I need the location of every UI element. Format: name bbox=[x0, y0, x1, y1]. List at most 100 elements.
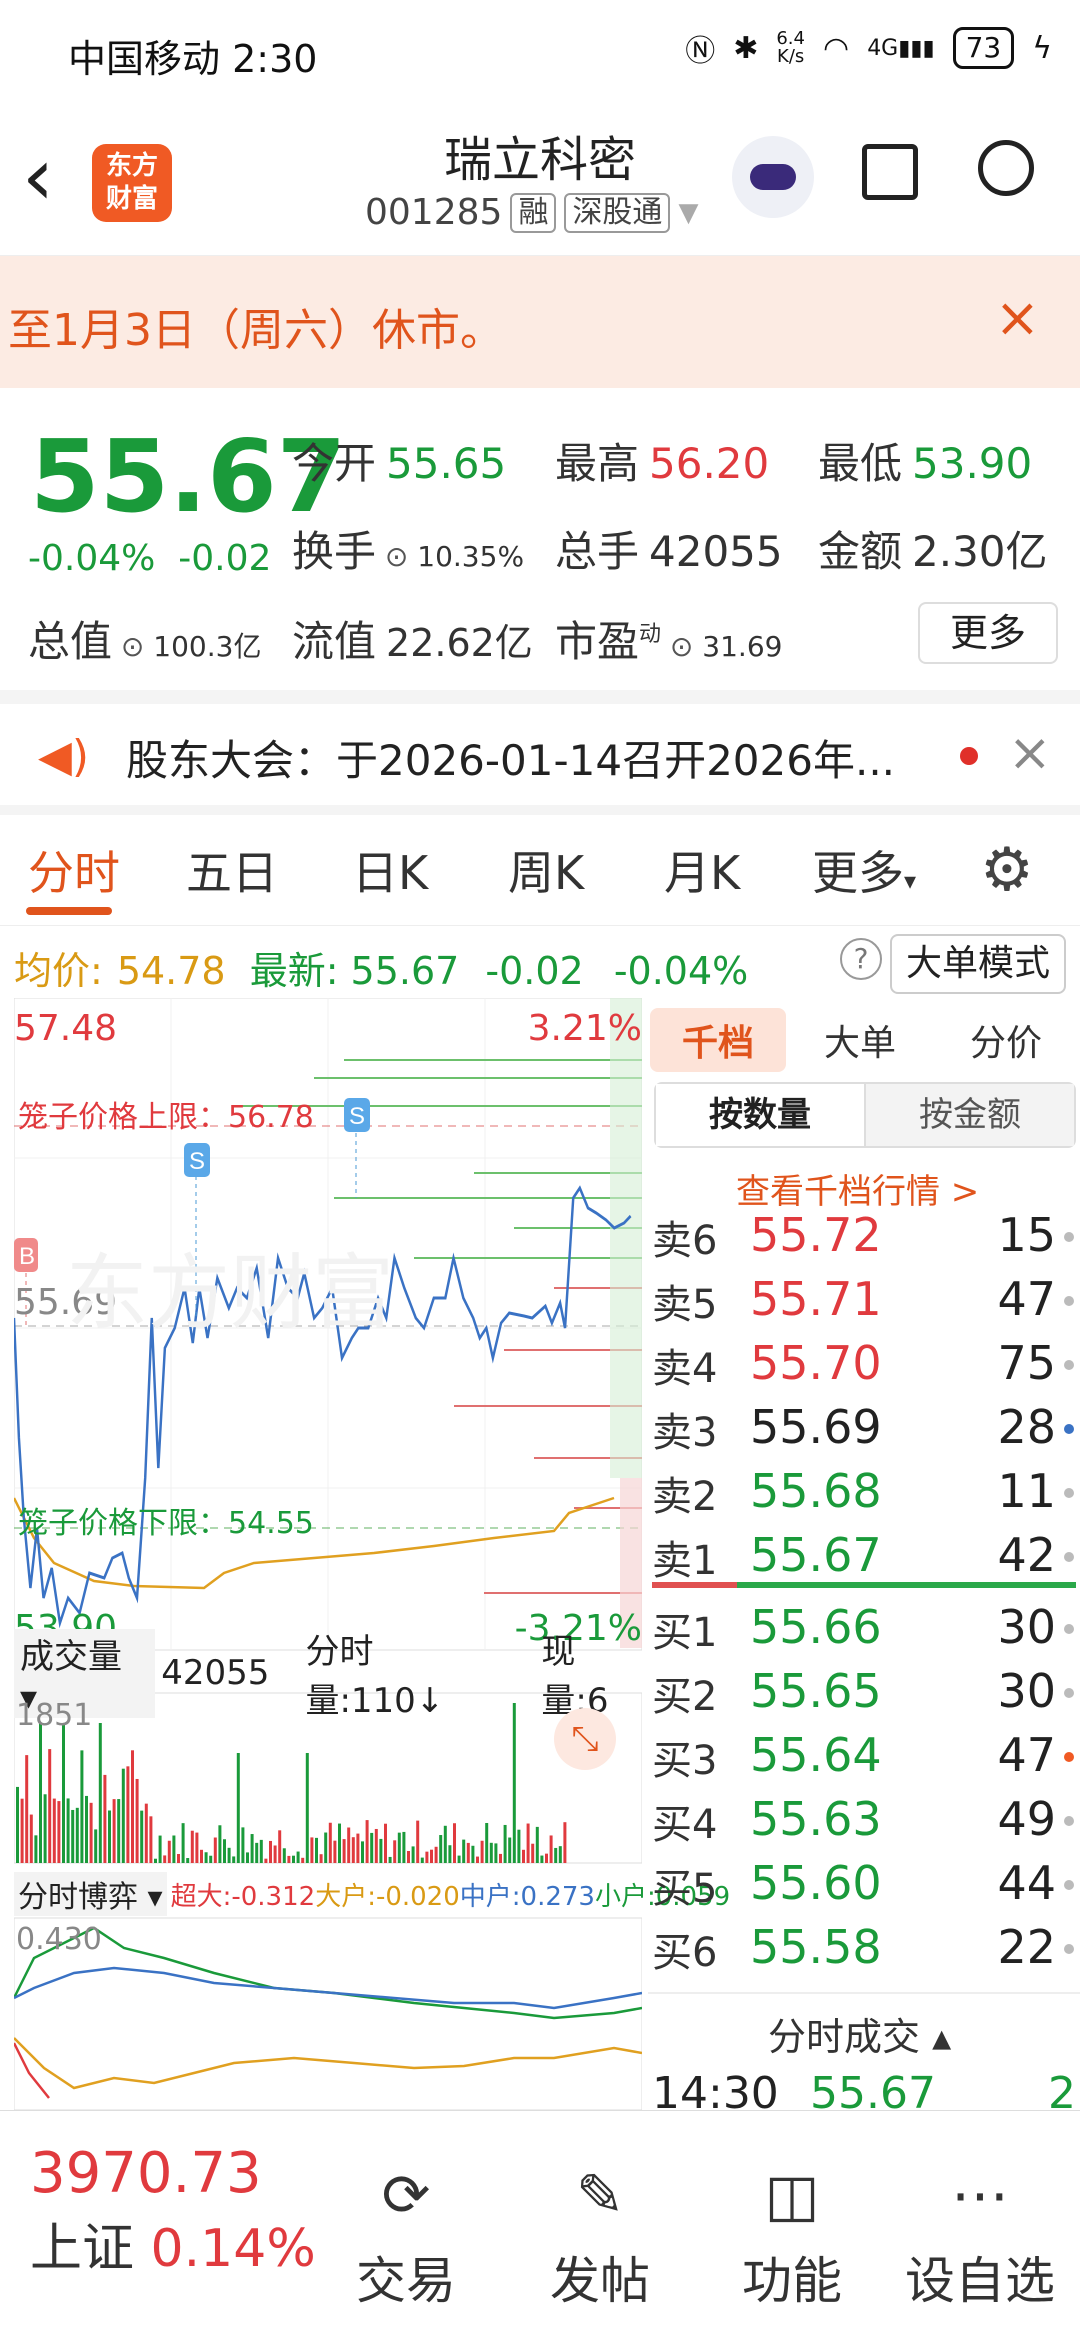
sell-marker[interactable]: S bbox=[344, 1098, 370, 1198]
volume-bar bbox=[508, 1837, 512, 1863]
volume-bar bbox=[94, 1829, 98, 1863]
volume-bar bbox=[545, 1853, 548, 1863]
game-pane-frame bbox=[14, 1917, 642, 2110]
quote-panel: 55.67 -0.04% -0.02 今开 55.65 最高 56.20 最低 53.… bbox=[0, 390, 1080, 690]
volume-bar bbox=[131, 1750, 134, 1863]
volume-bar bbox=[384, 1823, 387, 1863]
trades-header[interactable]: 分时成交 ▴ bbox=[768, 2006, 951, 2061]
volume-bar bbox=[273, 1845, 277, 1863]
volume-bar bbox=[365, 1820, 369, 1863]
tab-monthly-k[interactable]: 月K bbox=[664, 837, 740, 903]
tab-daily-k[interactable]: 日K bbox=[352, 837, 428, 903]
add-watchlist-button[interactable]: ⋯ 设自选 bbox=[900, 2161, 1060, 2313]
robot-assistant-icon[interactable] bbox=[732, 136, 814, 218]
ask-volume: 75 bbox=[997, 1336, 1056, 1390]
tab-full-depth[interactable]: 千档 bbox=[650, 1008, 787, 1072]
volume-bar bbox=[255, 1842, 259, 1863]
game-selector[interactable]: 分时博弈 ▾ bbox=[14, 1872, 167, 1916]
volume-bar bbox=[361, 1841, 364, 1863]
bid-row[interactable]: 买1 55.66 30 bbox=[648, 1600, 1080, 1662]
stock-code-row[interactable]: 001285 融 深股通 ▼ bbox=[365, 192, 698, 233]
volume-bar bbox=[402, 1831, 406, 1863]
ask-price: 55.72 bbox=[750, 1208, 882, 1262]
volume-bar bbox=[177, 1853, 180, 1863]
bid-row[interactable]: 买6 55.58 22 bbox=[648, 1920, 1080, 1982]
ask-row[interactable]: 卖3 55.69 28 bbox=[648, 1400, 1080, 1462]
status-icons: Ⓝ ✱ 6.4 K/s ◠ 4G▮▮▮ 73 ϟ bbox=[685, 26, 1052, 70]
volume-bar bbox=[540, 1855, 544, 1863]
bid-row[interactable]: 买4 55.63 49 bbox=[648, 1792, 1080, 1854]
tab-more[interactable]: 更多▾ bbox=[812, 837, 916, 903]
info-icon[interactable]: ⊙ bbox=[376, 540, 417, 573]
volume-bar bbox=[259, 1839, 263, 1863]
volume-bar bbox=[388, 1856, 392, 1863]
bid-price: 55.60 bbox=[750, 1856, 882, 1910]
bid-row[interactable]: 买5 55.60 44 bbox=[648, 1856, 1080, 1918]
search-icon[interactable] bbox=[978, 140, 1034, 196]
close-icon[interactable]: × bbox=[1008, 723, 1052, 783]
ask-row[interactable]: 卖6 55.72 15 bbox=[648, 1208, 1080, 1270]
post-button[interactable]: ✎ 发帖 bbox=[520, 2161, 680, 2313]
trade-button[interactable]: ⟳ 交易 bbox=[326, 2161, 486, 2313]
volume-bar bbox=[457, 1855, 461, 1863]
share-icon[interactable] bbox=[862, 144, 918, 200]
help-icon[interactable]: ? bbox=[840, 938, 882, 980]
volume-bar bbox=[494, 1843, 498, 1863]
tab-intraday[interactable]: 分时 bbox=[28, 837, 120, 903]
by-amount-button[interactable]: 按金额 bbox=[866, 1084, 1074, 1146]
tab-price-dist[interactable]: 分价 bbox=[970, 1014, 1042, 1066]
tab-big-orders[interactable]: 大单 bbox=[824, 1014, 896, 1066]
more-button[interactable]: 更多 bbox=[918, 602, 1058, 664]
index-name: 上证 bbox=[30, 2219, 135, 2279]
tab-five-day[interactable]: 五日 bbox=[186, 837, 278, 903]
volume-bar bbox=[154, 1858, 157, 1863]
ask-volume: 28 bbox=[997, 1400, 1056, 1454]
status-dot bbox=[1064, 1424, 1074, 1434]
intraday-chart[interactable]: B S S 57.48 3.21% 笼子价格上限：56.78 55.69 东方财… bbox=[14, 998, 730, 2110]
index-ticker[interactable]: 3970.73 上证 0.14% bbox=[30, 2141, 316, 2281]
volume-bar bbox=[158, 1835, 162, 1863]
battery-indicator: 73 bbox=[952, 27, 1015, 69]
by-quantity-button[interactable]: 按数量 bbox=[656, 1084, 866, 1146]
ask-row[interactable]: 卖1 55.67 42 bbox=[648, 1528, 1080, 1590]
volume-bar bbox=[466, 1842, 470, 1863]
volume-bar bbox=[512, 1703, 516, 1863]
volume-bar bbox=[503, 1824, 507, 1863]
tab-weekly-k[interactable]: 周K bbox=[508, 837, 584, 903]
app-header: ‹ 东方 财富 瑞立科密 001285 融 深股通 ▼ bbox=[0, 100, 1080, 256]
ask-price: 55.69 bbox=[750, 1400, 882, 1454]
game-line-big bbox=[14, 2037, 642, 2090]
status-dot bbox=[1064, 1232, 1074, 1242]
volume-bar bbox=[282, 1848, 286, 1863]
expand-icon[interactable]: ⤡ bbox=[554, 1708, 616, 1770]
volume-bar bbox=[108, 1810, 111, 1863]
big-order-mode-button[interactable]: 大单模式 bbox=[889, 934, 1066, 994]
bid-row[interactable]: 买2 55.65 30 bbox=[648, 1664, 1080, 1726]
functions-button[interactable]: ◫ 功能 bbox=[712, 2161, 872, 2313]
volume-bar bbox=[448, 1845, 452, 1863]
volume-bar bbox=[315, 1837, 318, 1863]
ask-row[interactable]: 卖2 55.68 11 bbox=[648, 1464, 1080, 1526]
divider bbox=[0, 805, 1080, 815]
volume-bar bbox=[80, 1750, 84, 1863]
status-carrier: 中国移动 2:30 bbox=[68, 37, 318, 81]
gear-icon[interactable]: ⚙ bbox=[980, 835, 1034, 905]
volume-bar bbox=[342, 1839, 346, 1863]
volume-bar bbox=[190, 1830, 194, 1863]
ask-price: 55.67 bbox=[750, 1528, 882, 1582]
close-icon[interactable]: × bbox=[995, 286, 1040, 349]
info-icon[interactable]: ⊙ bbox=[661, 630, 702, 663]
volume-bar bbox=[250, 1834, 254, 1863]
view-depth-link[interactable]: 查看千档行情 > bbox=[736, 1164, 979, 1213]
ask-row[interactable]: 卖4 55.70 75 bbox=[648, 1336, 1080, 1398]
volume-bar bbox=[517, 1829, 521, 1863]
net-speed: 6.4 K/s bbox=[776, 28, 805, 67]
bid-row[interactable]: 买3 55.64 47 bbox=[648, 1728, 1080, 1790]
bid-label: 买4 bbox=[652, 1802, 718, 1848]
info-icon[interactable]: ⊙ bbox=[112, 630, 153, 663]
notice-bar[interactable]: ◀) 股东大会：于2026-01-14召开2026年... × bbox=[0, 705, 1080, 805]
volume-bar bbox=[310, 1837, 314, 1863]
ask-row[interactable]: 卖5 55.71 47 bbox=[648, 1272, 1080, 1334]
divider bbox=[648, 1992, 1080, 1994]
signal-icon: 4G▮▮▮ bbox=[867, 35, 935, 61]
